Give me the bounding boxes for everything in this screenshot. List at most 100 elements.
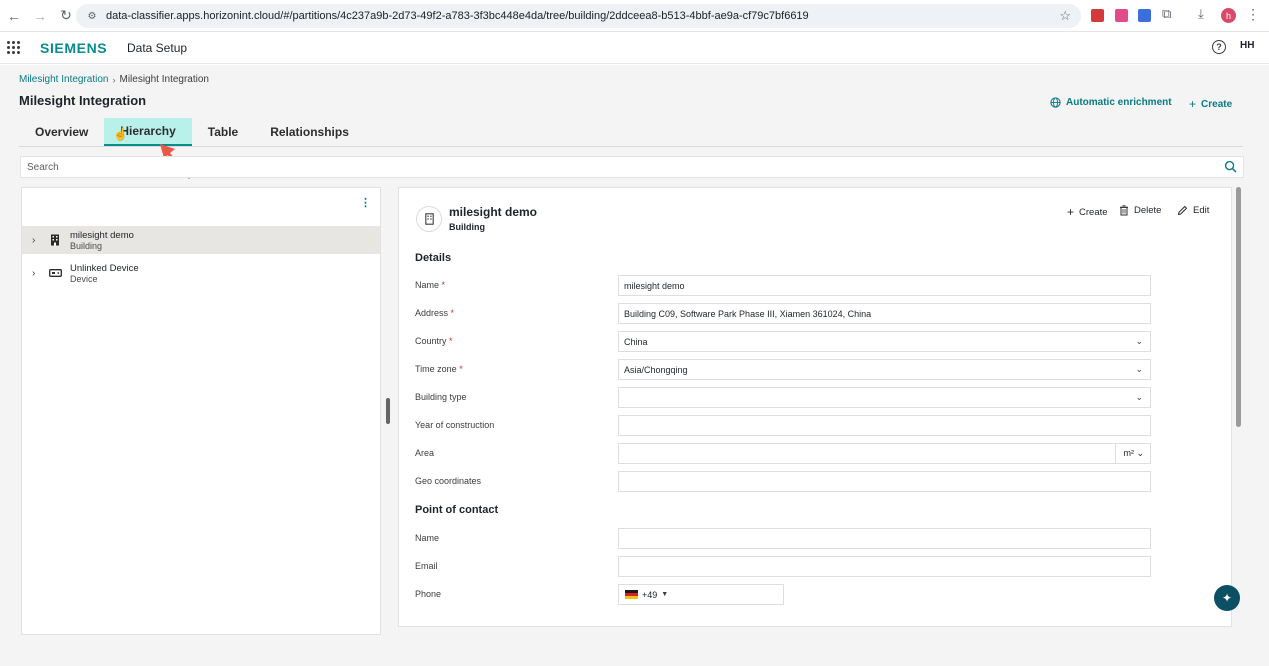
app-title: Data Setup — [127, 41, 188, 55]
field-label-building-type: Building type — [415, 392, 467, 402]
app-launcher-icon[interactable] — [7, 41, 20, 54]
url-text[interactable]: data-classifier.apps.horizonint.cloud/#/… — [106, 10, 809, 22]
area-field[interactable]: m² ⌄ — [618, 443, 1151, 464]
forward-arrow-icon[interactable]: → — [30, 6, 50, 26]
tab-overview[interactable]: Overview — [19, 118, 104, 146]
building-icon — [48, 233, 62, 247]
automatic-enrichment-label: Automatic enrichment — [1066, 97, 1172, 108]
delete-label: Delete — [1134, 205, 1162, 216]
breadcrumb-link[interactable]: Milesight Integration — [19, 74, 109, 85]
address-bar[interactable]: ⚙ data-classifier.apps.horizonint.cloud/… — [76, 4, 1081, 28]
field-label-area: Area — [415, 448, 435, 458]
extension-icon[interactable] — [1115, 9, 1128, 22]
pencil-icon — [1177, 205, 1188, 216]
page-title: Milesight Integration — [19, 93, 147, 108]
scrollbar[interactable] — [1236, 187, 1241, 427]
germany-flag-icon — [625, 590, 638, 599]
download-icon[interactable]: ⤓ — [1198, 6, 1204, 22]
tree-item-type: Device — [70, 273, 98, 284]
search-input[interactable]: Search — [20, 156, 1244, 178]
plus-icon: + — [1067, 205, 1075, 219]
address-field[interactable]: Building C09, Software Park Phase III, X… — [618, 303, 1151, 324]
translate-extension-icon[interactable] — [1138, 9, 1151, 22]
field-label-phone: Phone — [415, 589, 442, 599]
phone-field[interactable]: +49 ▼ — [618, 584, 784, 605]
tab-relationships[interactable]: Relationships — [254, 118, 365, 146]
address-value: Building C09, Software Park Phase III, X… — [624, 308, 872, 319]
email-field[interactable] — [618, 556, 1151, 577]
field-label-year-of-construction: Year of construction — [415, 420, 495, 430]
field-label-geo-coordinates: Geo coordinates — [415, 476, 482, 486]
time-zone-select[interactable]: Asia/Chongqing ⌄ — [618, 359, 1151, 380]
hierarchy-tree-panel: ⋮ › milesight demo Building › Unlinked D… — [21, 187, 381, 635]
field-label-name: Name * — [415, 280, 445, 290]
tree-item-name: milesight demo — [70, 229, 134, 241]
tree-item-text: Unlinked Device Device — [70, 263, 139, 284]
tree-item-device[interactable]: › Unlinked Device Device — [22, 259, 380, 287]
delete-button[interactable]: Delete — [1119, 205, 1161, 216]
entity-create-button[interactable]: + Create — [1067, 205, 1108, 219]
automatic-enrichment-button[interactable]: Automatic enrichment — [1050, 97, 1172, 108]
browser-toolbar: ← → ↻ ⚙ data-classifier.apps.horizonint.… — [0, 0, 1269, 32]
edit-label: Edit — [1193, 205, 1210, 216]
help-icon[interactable]: ? — [1212, 40, 1226, 54]
chevron-right-icon: › — [112, 74, 116, 85]
tab-table[interactable]: Table — [192, 118, 254, 146]
details-panel: milesight demo Building + Create Delete … — [398, 187, 1232, 627]
search-placeholder: Search — [27, 162, 59, 173]
breadcrumb: Milesight Integration › Milesight Integr… — [19, 74, 209, 85]
hand-cursor-icon: ☝ — [113, 127, 128, 141]
trash-icon — [1120, 205, 1128, 216]
name-field[interactable]: milesight demo — [618, 275, 1151, 296]
site-settings-icon[interactable]: ⚙ — [86, 10, 98, 22]
breadcrumb-current: Milesight Integration — [119, 74, 210, 85]
chevron-down-icon: ⌄ — [1135, 336, 1143, 346]
building-type-select[interactable]: ⌄ — [618, 387, 1151, 408]
chevron-down-icon: ⌄ — [1135, 364, 1143, 374]
field-label-time-zone: Time zone * — [415, 364, 463, 374]
contact-section-title: Point of contact — [415, 504, 499, 516]
reload-icon[interactable]: ↻ — [56, 6, 76, 26]
panel-resize-handle[interactable] — [386, 398, 390, 424]
required-marker: * — [441, 280, 446, 290]
contact-name-field[interactable] — [618, 528, 1151, 549]
search-icon[interactable] — [1224, 160, 1237, 173]
area-unit-select[interactable]: m² ⌄ — [1123, 448, 1144, 459]
field-label-text: Time zone — [415, 364, 457, 374]
field-label-email: Email — [415, 561, 438, 571]
tab-bar: Overview Hierarchy Table Relationships — [19, 118, 365, 146]
chevron-down-icon: ⌄ — [1135, 392, 1143, 402]
create-label: Create — [1201, 98, 1233, 110]
geo-coordinates-field[interactable] — [618, 471, 1151, 492]
building-icon — [416, 206, 442, 232]
extension-icon[interactable] — [1091, 9, 1104, 22]
country-select[interactable]: China ⌄ — [618, 331, 1151, 352]
tree-menu-icon[interactable]: ⋮ — [360, 196, 371, 209]
extensions-puzzle-icon[interactable]: ⧉ — [1162, 6, 1171, 22]
details-section-title: Details — [415, 252, 452, 264]
required-marker: * — [459, 364, 463, 374]
brand-logo[interactable]: SIEMENS — [40, 40, 107, 56]
bookmark-star-icon[interactable]: ☆ — [1059, 8, 1071, 24]
user-avatar[interactable]: HH — [1240, 40, 1254, 51]
tree-item-text: milesight demo Building — [70, 230, 134, 251]
country-value: China — [624, 336, 648, 347]
caret-down-icon[interactable]: ▼ — [661, 591, 668, 598]
browser-menu-icon[interactable]: ⋮ — [1246, 6, 1260, 23]
chevron-right-icon[interactable]: › — [32, 235, 44, 246]
ai-assistant-button[interactable]: ✦ — [1214, 585, 1240, 611]
phone-country-code[interactable]: +49 — [642, 590, 657, 600]
entity-type: Building — [449, 222, 485, 232]
tree-item-building[interactable]: › milesight demo Building — [22, 226, 380, 254]
name-value: milesight demo — [624, 280, 685, 291]
chevron-right-icon[interactable]: › — [32, 268, 44, 279]
field-label-text: Country — [415, 336, 447, 346]
create-button[interactable]: + Create — [1189, 97, 1232, 111]
profile-avatar[interactable]: h — [1221, 8, 1236, 23]
back-arrow-icon[interactable]: ← — [4, 6, 24, 26]
field-label-contact-name: Name — [415, 533, 440, 543]
year-of-construction-field[interactable] — [618, 415, 1151, 436]
edit-button[interactable]: Edit — [1177, 205, 1209, 216]
time-zone-value: Asia/Chongqing — [624, 364, 688, 375]
tree-item-type: Building — [70, 240, 103, 251]
